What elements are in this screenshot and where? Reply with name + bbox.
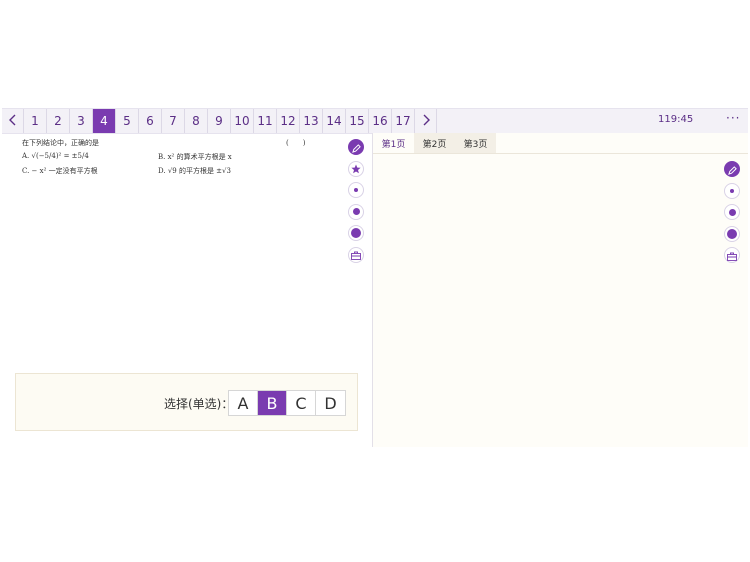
answer-parenthesis: ( ) — [286, 139, 306, 147]
question-number-8[interactable]: 8 — [185, 109, 208, 133]
choice-group: A B C D — [228, 390, 346, 416]
question-number-3[interactable]: 3 — [70, 109, 93, 133]
chevron-right-icon — [421, 114, 431, 129]
question-number-9[interactable]: 9 — [208, 109, 231, 133]
question-number-17[interactable]: 17 — [392, 109, 415, 133]
next-question-button[interactable] — [415, 109, 437, 133]
question-number-16[interactable]: 16 — [369, 109, 392, 133]
scratch-pen-tool-button[interactable] — [724, 161, 740, 177]
choice-d-button[interactable]: D — [316, 391, 345, 415]
pen-size-medium-button[interactable] — [348, 203, 364, 220]
annotation-toolbar — [348, 139, 366, 268]
toolbox-icon — [727, 246, 737, 265]
toolbox-button[interactable] — [348, 245, 364, 264]
question-number-14[interactable]: 14 — [323, 109, 346, 133]
question-stem: 在下列结论中，正确的是 — [22, 139, 99, 147]
dot-medium-icon — [728, 208, 736, 216]
option-a-text: A. √(−5/4)² = ±5/4 — [22, 152, 89, 160]
scratch-toolbar — [724, 161, 742, 269]
question-number-12[interactable]: 12 — [277, 109, 300, 133]
tab-page-1[interactable]: 第1页 — [373, 133, 414, 153]
question-number-list: 1 2 3 4 5 6 7 8 9 10 11 12 13 14 15 16 17 — [2, 109, 437, 133]
question-number-10[interactable]: 10 — [231, 109, 254, 133]
pen-size-small-button[interactable] — [348, 182, 364, 198]
choice-a-button[interactable]: A — [229, 391, 258, 415]
scratch-page-tabs: 第1页 第2页 第3页 — [373, 133, 496, 153]
question-number-13[interactable]: 13 — [300, 109, 323, 133]
question-number-11[interactable]: 11 — [254, 109, 277, 133]
choice-c-button[interactable]: C — [287, 391, 316, 415]
toolbox-icon — [351, 245, 361, 264]
dot-small-icon — [730, 188, 734, 193]
scratch-paper-pane[interactable]: 第1页 第2页 第3页 — [373, 133, 748, 447]
pen-icon — [351, 138, 361, 157]
scratch-pen-size-large-button[interactable] — [724, 225, 740, 242]
favorite-button[interactable] — [348, 159, 364, 178]
question-number-7[interactable]: 7 — [162, 109, 185, 133]
answer-panel: 选择(单选)： A B C D — [15, 373, 358, 431]
question-number-5[interactable]: 5 — [116, 109, 139, 133]
dot-medium-icon — [352, 208, 360, 215]
tab-page-3[interactable]: 第3页 — [455, 133, 496, 153]
previous-question-button[interactable] — [2, 109, 24, 133]
choice-b-button[interactable]: B — [258, 391, 287, 415]
dot-large-icon — [351, 228, 361, 238]
star-icon — [351, 159, 361, 178]
scratch-toolbox-button[interactable] — [724, 247, 740, 263]
tab-page-2[interactable]: 第2页 — [414, 133, 455, 153]
pen-size-large-button[interactable] — [348, 225, 364, 241]
pen-icon — [727, 160, 737, 179]
option-d-text: D. √9 的平方根是 ±√3 — [158, 167, 231, 175]
dot-small-icon — [354, 188, 358, 192]
question-number-4[interactable]: 4 — [93, 109, 116, 133]
chevron-left-icon — [8, 114, 18, 129]
scratch-pen-size-small-button[interactable] — [724, 182, 740, 199]
question-number-1[interactable]: 1 — [24, 109, 47, 133]
option-c-text: C. − x² 一定没有平方根 — [22, 167, 98, 175]
countdown-timer: 119:45 — [658, 114, 694, 125]
pen-tool-button[interactable] — [348, 139, 364, 155]
question-navigation-bar: 1 2 3 4 5 6 7 8 9 10 11 12 13 14 15 16 17 119:45 ··· — [2, 108, 748, 134]
question-number-15[interactable]: 15 — [346, 109, 369, 133]
question-number-6[interactable]: 6 — [139, 109, 162, 133]
answer-type-label: 选择(单选)： — [164, 397, 234, 411]
more-options-button[interactable]: ··· — [726, 111, 740, 125]
scratch-pen-size-medium-button[interactable] — [724, 204, 740, 220]
question-number-2[interactable]: 2 — [47, 109, 70, 133]
tab-underline — [373, 153, 748, 154]
dot-large-icon — [727, 228, 737, 239]
option-b-text: B. x² 的算术平方根是 x — [158, 153, 232, 161]
